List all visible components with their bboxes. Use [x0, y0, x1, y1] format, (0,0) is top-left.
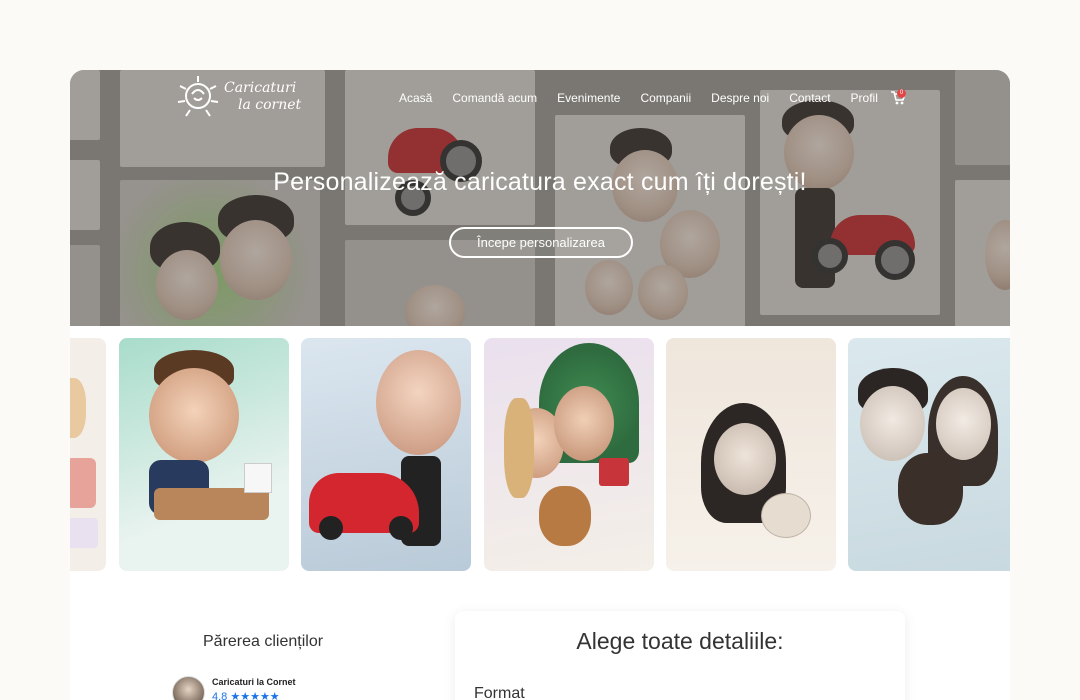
- caricature-face: [554, 386, 614, 461]
- gallery-card[interactable]: [119, 338, 289, 571]
- details-card: Alege toate detaliile: Format: [455, 611, 905, 700]
- sketch-detail: [70, 518, 98, 548]
- caricature-face: [376, 350, 461, 455]
- reviews-title: Părerea clienților: [203, 633, 324, 650]
- brand-logo[interactable]: Caricaturi la cornet: [172, 72, 302, 124]
- details-title: Alege toate detaliile:: [576, 628, 784, 654]
- caricature-face: [714, 423, 776, 495]
- gallery-card[interactable]: [484, 338, 654, 571]
- gallery-card[interactable]: [301, 338, 471, 571]
- nav-comanda-acum[interactable]: Comandă acum: [452, 91, 537, 105]
- caricature-face: [936, 388, 991, 460]
- caricature-face: [149, 368, 239, 463]
- nav-acasa[interactable]: Acasă: [399, 91, 432, 105]
- hero-banner: Caricaturi la cornet Acasă Comandă acum …: [70, 70, 1010, 326]
- main-nav: Acasă Comandă acum Evenimente Companii D…: [399, 90, 898, 106]
- dog-shape: [898, 453, 963, 525]
- sketch-detail: [70, 378, 86, 438]
- dog-shape: [761, 493, 811, 538]
- rating-value: 4.8: [212, 691, 228, 700]
- gallery-card[interactable]: [848, 338, 1010, 571]
- nav-companii[interactable]: Companii: [640, 91, 691, 105]
- review-rating: 4.8 ★★★★★: [212, 690, 280, 700]
- review-business-name: Caricaturi la Cornet: [212, 677, 296, 687]
- sun-logo-icon: [177, 76, 219, 117]
- paper-stack: [244, 463, 272, 493]
- gallery-card[interactable]: [70, 338, 106, 571]
- nav-evenimente[interactable]: Evenimente: [557, 91, 620, 105]
- caricature-hair: [504, 398, 534, 498]
- page-frame: Caricaturi la cornet Acasă Comandă acum …: [70, 70, 1010, 700]
- caricature-face: [860, 386, 925, 461]
- gallery-card[interactable]: [666, 338, 836, 571]
- brand-name: Caricaturi la cornet: [224, 80, 301, 114]
- brand-name-line2: la cornet: [238, 97, 302, 113]
- sketch-detail: [70, 458, 96, 508]
- hero-title: Personalizează caricatura exact cum îți …: [273, 168, 807, 196]
- brand-name-line1: Caricaturi: [224, 80, 297, 96]
- dog-shape: [539, 486, 591, 546]
- gift-shape: [599, 458, 629, 486]
- rating-stars-icon: ★★★★★: [230, 691, 280, 700]
- start-customization-button[interactable]: Începe personalizarea: [449, 227, 633, 258]
- nav-profil[interactable]: Profil: [851, 91, 878, 105]
- nav-despre-noi[interactable]: Despre noi: [711, 91, 769, 105]
- cart-count-badge: 0: [897, 89, 906, 98]
- format-label: Format: [474, 685, 525, 700]
- caricature-gallery: [70, 338, 1010, 571]
- wheel-shape: [389, 516, 413, 540]
- nav-contact[interactable]: Contact: [789, 91, 830, 105]
- wheel-shape: [319, 516, 343, 540]
